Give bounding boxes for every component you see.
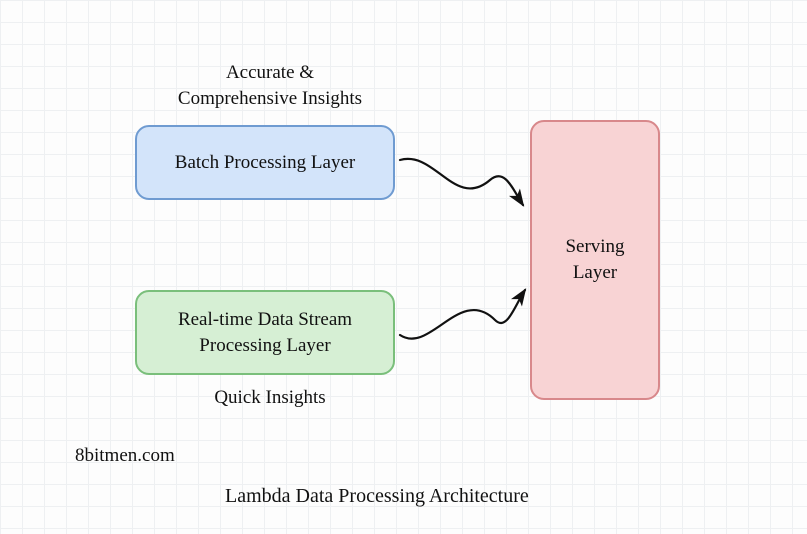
stream-processing-box: Real-time Data StreamProcessing Layer [135, 290, 395, 375]
stream-processing-label: Real-time Data StreamProcessing Layer [178, 307, 352, 358]
diagram-title: Lambda Data Processing Architecture [225, 485, 529, 508]
arrow-batch-to-serving [395, 155, 535, 235]
arrow-stream-to-serving [395, 280, 535, 360]
annotation-quick: Quick Insights [200, 385, 340, 411]
watermark-text: 8bitmen.com [75, 445, 175, 467]
batch-processing-label: Batch Processing Layer [175, 150, 355, 176]
batch-processing-box: Batch Processing Layer [135, 125, 395, 200]
serving-layer-box: ServingLayer [530, 120, 660, 400]
annotation-accurate: Accurate &Comprehensive Insights [160, 60, 380, 111]
serving-layer-label: ServingLayer [565, 234, 624, 285]
